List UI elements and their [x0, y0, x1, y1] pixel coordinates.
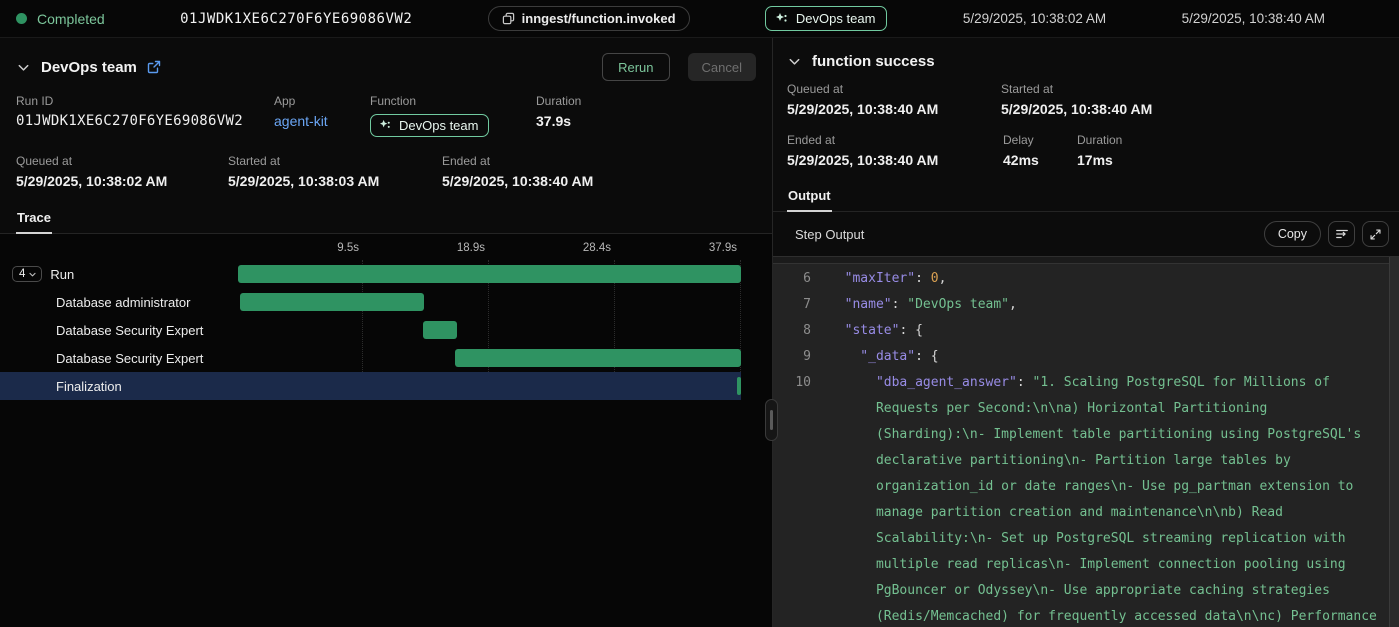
status-label: Completed — [37, 11, 105, 27]
tab-output[interactable]: Output — [787, 184, 832, 212]
started-at-value: 5/29/2025, 10:38:03 AM — [228, 173, 442, 189]
axis-tick: 9.5s — [337, 242, 363, 254]
step-queued-value: 5/29/2025, 10:38:40 AM — [787, 101, 1001, 117]
code-scrollbar[interactable] — [1389, 257, 1399, 627]
ended-timestamp: 5/29/2025, 10:38:40 AM — [1182, 11, 1325, 26]
queued-at-label: Queued at — [16, 154, 228, 168]
trace-row-label: Database Security Expert — [56, 351, 203, 366]
queued-at-value: 5/29/2025, 10:38:02 AM — [16, 173, 228, 189]
trace-span-bar[interactable] — [240, 293, 424, 311]
ended-at-value: 5/29/2025, 10:38:40 AM — [442, 173, 593, 189]
trace-span-bar[interactable] — [737, 377, 741, 395]
axis-tick: 28.4s — [583, 242, 615, 254]
external-link-icon[interactable] — [147, 60, 161, 74]
run-id-top: 01JWDK1XE6C270F6YE69086VW2 — [180, 11, 412, 27]
step-delay-value: 42ms — [1003, 152, 1077, 168]
trace-row-run[interactable]: 4 Run — [0, 260, 741, 288]
code-line: 6 "maxIter": 0, — [773, 266, 1389, 292]
trace-row-step-selected[interactable]: Finalization — [0, 372, 741, 400]
trace-span-bar[interactable] — [455, 349, 741, 367]
code-top-strip — [773, 257, 1399, 264]
resize-grip-icon — [770, 410, 773, 430]
trace-row-label: Database Security Expert — [56, 323, 203, 338]
function-label: Function — [370, 94, 536, 108]
code-lines: 6 "maxIter": 0, 7 "name": "DevOps team",… — [773, 264, 1399, 627]
step-output-code: 6 "maxIter": 0, 7 "name": "DevOps team",… — [773, 256, 1399, 627]
function-badge-top-label: DevOps team — [796, 11, 875, 26]
step-started-label: Started at — [1001, 82, 1152, 96]
sparkle-icon — [775, 12, 789, 26]
code-line: 7 "name": "DevOps team", — [773, 292, 1389, 318]
function-badge-label: DevOps team — [399, 118, 478, 133]
function-badge[interactable]: DevOps team — [370, 114, 489, 137]
trace-time-axis: 9.5s 18.9s 28.4s 37.9s — [237, 240, 741, 260]
status-dot-icon — [16, 13, 27, 24]
trace-row-step[interactable]: Database Security Expert — [0, 344, 741, 372]
app-label: App — [274, 94, 370, 108]
app-link[interactable]: agent-kit — [274, 113, 370, 129]
started-at-label: Started at — [228, 154, 442, 168]
panel-resize-handle[interactable] — [765, 399, 778, 441]
axis-tick: 37.9s — [709, 242, 741, 254]
trace-row-label: Finalization — [56, 379, 122, 394]
queued-timestamp: 5/29/2025, 10:38:02 AM — [963, 11, 1106, 26]
duration-label: Duration — [536, 94, 581, 108]
code-line: 9 "_data": { — [773, 344, 1389, 370]
trace-span-bar[interactable] — [423, 321, 457, 339]
sparkle-icon — [379, 119, 392, 132]
run-panel: DevOps team Rerun Cancel Run ID 01JWDK1X… — [0, 38, 772, 627]
expand-button[interactable] — [1362, 221, 1389, 247]
cancel-button: Cancel — [688, 53, 756, 81]
runid-label: Run ID — [16, 94, 274, 108]
rerun-button[interactable]: Rerun — [602, 53, 669, 81]
run-status-bar: Completed 01JWDK1XE6C270F6YE69086VW2 inn… — [0, 0, 1399, 38]
trace-row-step[interactable]: Database administrator — [0, 288, 741, 316]
trace-span-bar[interactable] — [238, 265, 741, 283]
step-ended-value: 5/29/2025, 10:38:40 AM — [787, 152, 1003, 168]
step-title: function success — [812, 53, 935, 70]
step-output-title: Step Output — [795, 227, 864, 242]
event-badge[interactable]: inngest/function.invoked — [488, 6, 690, 31]
step-ended-label: Ended at — [787, 133, 1003, 147]
step-queued-label: Queued at — [787, 82, 1001, 96]
trace-waterfall: 9.5s 18.9s 28.4s 37.9s 4 Run — [0, 234, 772, 627]
main-area: DevOps team Rerun Cancel Run ID 01JWDK1X… — [0, 38, 1399, 627]
code-line: 8 "state": { — [773, 318, 1389, 344]
trace-row-label: Run — [50, 267, 74, 282]
step-duration-label: Duration — [1077, 133, 1122, 147]
step-delay-label: Delay — [1003, 133, 1077, 147]
step-panel: function success Queued at 5/29/2025, 10… — [772, 38, 1399, 627]
step-duration-value: 17ms — [1077, 152, 1122, 168]
function-badge-top[interactable]: DevOps team — [765, 6, 887, 31]
tab-trace[interactable]: Trace — [16, 206, 52, 234]
trace-row-label: Database administrator — [56, 295, 190, 310]
collapse-chevron-icon[interactable] — [787, 54, 802, 69]
runid-value: 01JWDK1XE6C270F6YE69086VW2 — [16, 113, 274, 129]
event-badge-label: inngest/function.invoked — [522, 11, 676, 26]
copy-button[interactable]: Copy — [1264, 221, 1321, 247]
ended-at-label: Ended at — [442, 154, 593, 168]
step-started-value: 5/29/2025, 10:38:40 AM — [1001, 101, 1152, 117]
code-line: 10 "dba_agent_answer": "1. Scaling Postg… — [773, 370, 1389, 627]
axis-tick: 18.9s — [457, 242, 489, 254]
duration-value: 37.9s — [536, 113, 581, 129]
trace-row-step[interactable]: Database Security Expert — [0, 316, 741, 344]
event-copy-icon — [502, 12, 515, 25]
run-status: Completed — [16, 11, 105, 27]
run-title: DevOps team — [41, 59, 137, 76]
run-children-toggle[interactable]: 4 — [12, 266, 42, 282]
collapse-chevron-icon[interactable] — [16, 60, 31, 75]
word-wrap-button[interactable] — [1328, 221, 1355, 247]
